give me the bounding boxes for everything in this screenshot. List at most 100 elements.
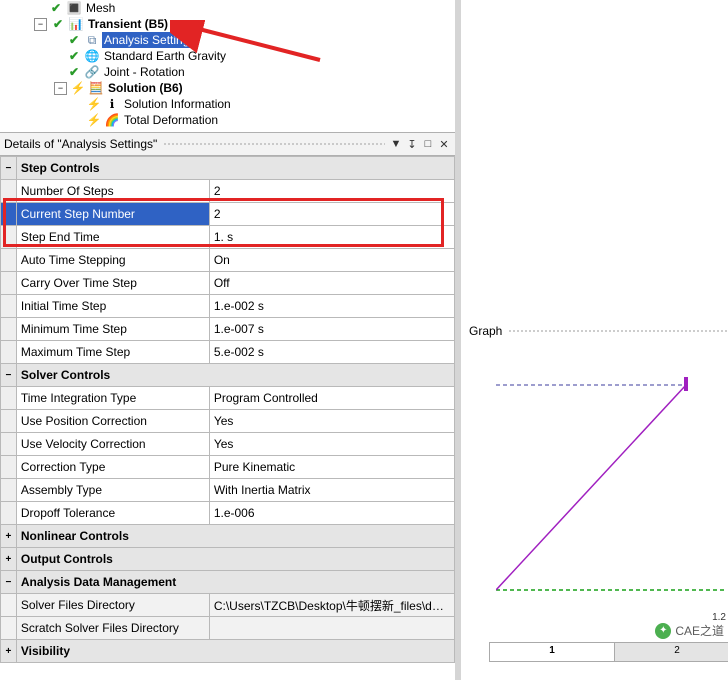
- prop-value[interactable]: 1.e-007 s: [209, 318, 454, 341]
- details-header: Details of "Analysis Settings" ▼ ↧ □ ✕: [0, 133, 455, 156]
- step-tabs: 1 2: [489, 642, 728, 662]
- prop-value[interactable]: Off: [209, 272, 454, 295]
- section-nonlinear[interactable]: + Nonlinear Controls: [1, 525, 455, 548]
- lightning-icon: ⚡: [86, 96, 102, 112]
- prop-label: Use Position Correction: [16, 410, 209, 433]
- check-icon: ✔: [50, 16, 66, 32]
- maximize-icon[interactable]: □: [421, 137, 435, 151]
- check-icon: ✔: [66, 64, 82, 80]
- mesh-icon: 🔳: [66, 0, 82, 16]
- prop-row-auto-ts[interactable]: Auto Time Stepping On: [1, 249, 455, 272]
- section-label: Nonlinear Controls: [16, 525, 454, 548]
- graph-area: 1.2 1 2: [481, 350, 726, 660]
- prop-label: Correction Type: [16, 456, 209, 479]
- prop-value[interactable]: Yes: [209, 410, 454, 433]
- check-icon: ✔: [48, 0, 64, 16]
- prop-label: Use Velocity Correction: [16, 433, 209, 456]
- check-icon: ✔: [66, 48, 82, 64]
- tree-row-totaldef[interactable]: ⚡ 🌈 Total Deformation: [0, 112, 455, 128]
- outline-tree: ✔ 🔳 Mesh − ✔ 📊 Transient (B5) ✔ ⧉ Analys…: [0, 0, 455, 130]
- transient-icon: 📊: [68, 16, 84, 32]
- lightning-icon: ⚡: [70, 80, 86, 96]
- solution-icon: 🧮: [88, 80, 104, 96]
- prop-row-number-of-steps[interactable]: Number Of Steps 2: [1, 180, 455, 203]
- dropdown-icon[interactable]: ▼: [389, 137, 403, 151]
- collapse-icon[interactable]: −: [34, 18, 47, 31]
- prop-row-scratch-dir[interactable]: Scratch Solver Files Directory: [1, 617, 455, 640]
- properties-table: − Step Controls Number Of Steps 2 Curren…: [0, 156, 455, 663]
- watermark: ✦ CAE之道: [655, 622, 724, 639]
- prop-label: Number Of Steps: [16, 180, 209, 203]
- prop-row-step-end[interactable]: Step End Time 1. s: [1, 226, 455, 249]
- expand-icon[interactable]: +: [1, 640, 17, 663]
- tree-label-mesh: Mesh: [84, 0, 117, 16]
- prop-row-min-ts[interactable]: Minimum Time Step 1.e-007 s: [1, 318, 455, 341]
- section-label: Step Controls: [16, 157, 454, 180]
- prop-row-corr-type[interactable]: Correction Type Pure Kinematic: [1, 456, 455, 479]
- close-icon[interactable]: ✕: [437, 137, 451, 151]
- wechat-icon: ✦: [655, 623, 671, 639]
- prop-row-assy[interactable]: Assembly Type With Inertia Matrix: [1, 479, 455, 502]
- section-visibility[interactable]: + Visibility: [1, 640, 455, 663]
- section-step-controls[interactable]: − Step Controls: [1, 157, 455, 180]
- prop-row-current-step[interactable]: Current Step Number 2: [1, 203, 455, 226]
- section-output[interactable]: + Output Controls: [1, 548, 455, 571]
- prop-row-max-ts[interactable]: Maximum Time Step 5.e-002 s: [1, 341, 455, 364]
- prop-value[interactable]: On: [209, 249, 454, 272]
- prop-value[interactable]: 5.e-002 s: [209, 341, 454, 364]
- prop-value[interactable]: 2: [209, 203, 454, 226]
- prop-value[interactable]: With Inertia Matrix: [209, 479, 454, 502]
- tree-row-mesh[interactable]: ✔ 🔳 Mesh: [0, 0, 455, 16]
- tree-row-solinfo[interactable]: ⚡ ℹ Solution Information: [0, 96, 455, 112]
- prop-value[interactable]: 1.e-006: [209, 502, 454, 525]
- prop-row-init-ts[interactable]: Initial Time Step 1.e-002 s: [1, 295, 455, 318]
- prop-value[interactable]: 2: [209, 180, 454, 203]
- prop-value[interactable]: Pure Kinematic: [209, 456, 454, 479]
- prop-row-time-int[interactable]: Time Integration Type Program Controlled: [1, 387, 455, 410]
- collapse-icon[interactable]: −: [1, 157, 17, 180]
- header-dots: [508, 329, 728, 333]
- prop-row-solver-dir[interactable]: Solver Files Directory C:\Users\TZCB\Des…: [1, 594, 455, 617]
- tree-row-transient[interactable]: − ✔ 📊 Transient (B5): [0, 16, 455, 32]
- prop-label: Current Step Number: [16, 203, 209, 226]
- prop-label: Carry Over Time Step: [16, 272, 209, 295]
- watermark-text: CAE之道: [675, 622, 724, 639]
- prop-value[interactable]: 1.e-002 s: [209, 295, 454, 318]
- prop-value[interactable]: [209, 617, 454, 640]
- prop-label: Auto Time Stepping: [16, 249, 209, 272]
- prop-label: Scratch Solver Files Directory: [16, 617, 209, 640]
- prop-label: Time Integration Type: [16, 387, 209, 410]
- prop-row-dropoff[interactable]: Dropoff Tolerance 1.e-006: [1, 502, 455, 525]
- expand-icon[interactable]: +: [1, 548, 17, 571]
- prop-value[interactable]: Yes: [209, 433, 454, 456]
- deformation-icon: 🌈: [104, 112, 120, 128]
- section-label: Visibility: [16, 640, 454, 663]
- tab-step-1[interactable]: 1: [490, 643, 615, 661]
- tree-row-joint[interactable]: ✔ 🔗 Joint - Rotation: [0, 64, 455, 80]
- section-analysis-data[interactable]: − Analysis Data Management: [1, 571, 455, 594]
- tree-row-gravity[interactable]: ✔ 🌐 Standard Earth Gravity: [0, 48, 455, 64]
- prop-row-carry[interactable]: Carry Over Time Step Off: [1, 272, 455, 295]
- tree-row-analysis-settings[interactable]: ✔ ⧉ Analysis Settings: [0, 32, 455, 48]
- graph-title: Graph: [469, 324, 502, 338]
- prop-row-vel-corr[interactable]: Use Velocity Correction Yes: [1, 433, 455, 456]
- expand-icon[interactable]: +: [1, 525, 17, 548]
- prop-value[interactable]: 1. s: [209, 226, 454, 249]
- collapse-icon[interactable]: −: [1, 571, 17, 594]
- pin-icon[interactable]: ↧: [405, 137, 419, 151]
- collapse-icon[interactable]: −: [1, 364, 17, 387]
- section-label: Solver Controls: [16, 364, 454, 387]
- prop-label: Dropoff Tolerance: [16, 502, 209, 525]
- lightning-icon: ⚡: [86, 112, 102, 128]
- settings-icon: ⧉: [84, 32, 100, 48]
- collapse-icon[interactable]: −: [54, 82, 67, 95]
- tree-row-solution[interactable]: − ⚡ 🧮 Solution (B6): [0, 80, 455, 96]
- section-solver-controls[interactable]: − Solver Controls: [1, 364, 455, 387]
- tab-step-2[interactable]: 2: [615, 643, 728, 661]
- prop-row-pos-corr[interactable]: Use Position Correction Yes: [1, 410, 455, 433]
- prop-value[interactable]: Program Controlled: [209, 387, 454, 410]
- prop-value[interactable]: C:\Users\TZCB\Desktop\牛顿摆新_files\dp0\SYS…: [209, 594, 454, 617]
- gravity-icon: 🌐: [84, 48, 100, 64]
- tree-label-solinfo: Solution Information: [122, 96, 233, 112]
- graph-plot: [496, 365, 726, 605]
